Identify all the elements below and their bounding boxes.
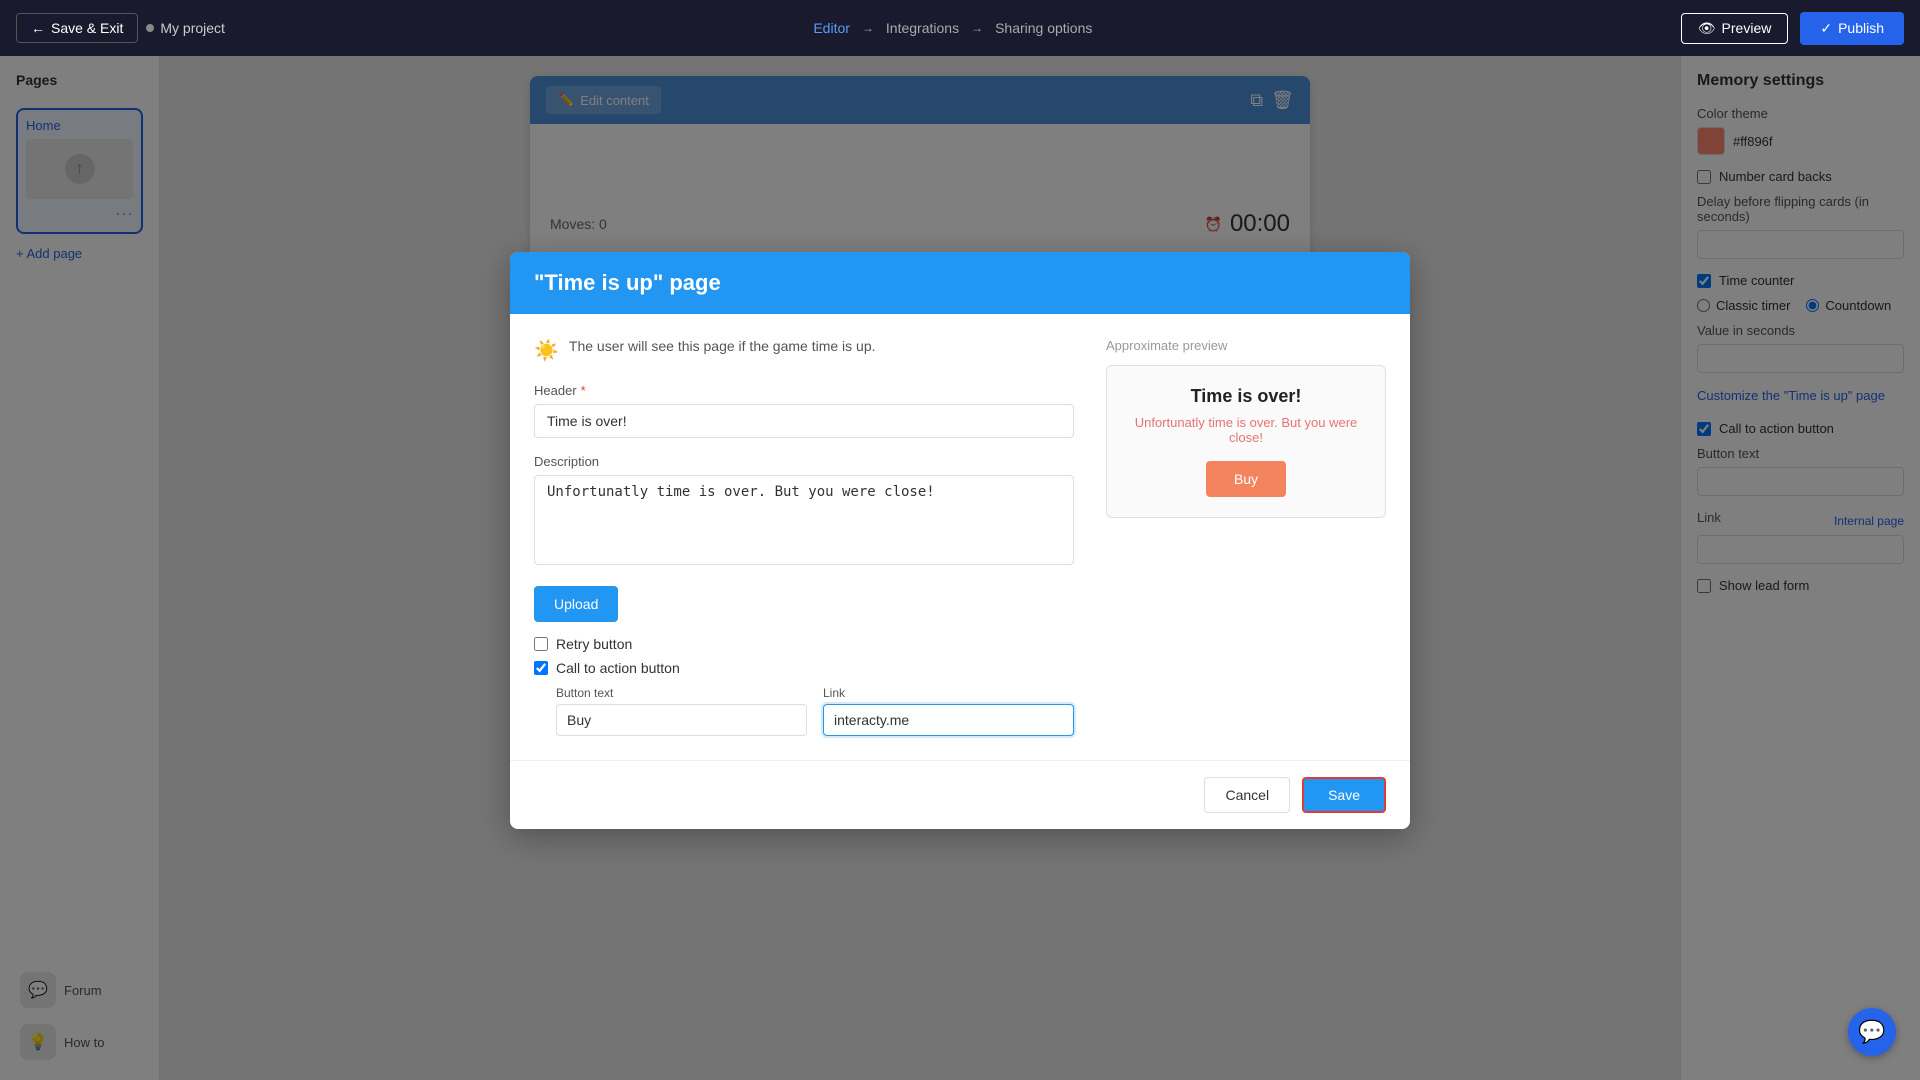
sub-form: Button text Link (556, 686, 1074, 736)
retry-checkbox[interactable] (534, 637, 548, 651)
modal-title: "Time is up" page (534, 270, 1386, 296)
preview-cta-button[interactable]: Buy (1206, 461, 1286, 497)
modal-overlay: "Time is up" page ☀️ The user will see t… (0, 0, 1920, 1080)
header-input[interactable] (534, 404, 1074, 438)
modal-cta-label: Call to action button (556, 660, 680, 676)
nav-right: 👁 Preview ✓ Publish (1681, 12, 1904, 45)
preview-desc: Unfortunatly time is over. But you were … (1127, 415, 1365, 445)
chat-bubble[interactable]: 💬 (1848, 1008, 1896, 1056)
save-exit-button[interactable]: ← Save & Exit (16, 13, 138, 43)
retry-label: Retry button (556, 636, 632, 652)
info-icon: ☀️ (534, 338, 559, 363)
modal-cta-checkbox[interactable] (534, 661, 548, 675)
arrow-icon-1: → (862, 21, 874, 35)
cta-checkbox-item: Call to action button (534, 660, 1074, 676)
link-sub-input[interactable] (823, 704, 1074, 736)
upload-button[interactable]: Upload (534, 586, 618, 622)
preview-button[interactable]: 👁 Preview (1681, 13, 1789, 44)
button-text-sub-input[interactable] (556, 704, 807, 736)
modal-header: "Time is up" page (510, 252, 1410, 314)
cancel-button[interactable]: Cancel (1204, 777, 1290, 813)
nav-step-sharing[interactable]: Sharing options (995, 20, 1092, 36)
preview-card: Time is over! Unfortunatly time is over.… (1106, 365, 1386, 518)
nav-step-integrations[interactable]: Integrations (886, 20, 959, 36)
time-is-up-modal: "Time is up" page ☀️ The user will see t… (510, 252, 1410, 829)
description-textarea[interactable]: Unfortunatly time is over. But you were … (534, 475, 1074, 565)
header-group: Header * (534, 383, 1074, 438)
modal-left: ☀️ The user will see this page if the ga… (534, 338, 1074, 736)
modal-body: ☀️ The user will see this page if the ga… (510, 314, 1410, 760)
arrow-icon-2: → (971, 21, 983, 35)
eye-icon: 👁 (1698, 20, 1716, 37)
nav-step-editor[interactable]: Editor (813, 20, 850, 36)
project-name: My project (146, 20, 225, 36)
link-sub-label: Link (823, 686, 1074, 700)
top-navigation: ← Save & Exit My project Editor → Integr… (0, 0, 1920, 56)
info-row: ☀️ The user will see this page if the ga… (534, 338, 1074, 363)
nav-left: ← Save & Exit My project (16, 13, 225, 43)
back-arrow-icon: ← (31, 20, 45, 36)
button-text-group: Button text (556, 686, 807, 736)
nav-center: Editor → Integrations → Sharing options (241, 20, 1665, 36)
preview-title: Time is over! (1127, 386, 1365, 407)
check-icon: ✓ (1820, 20, 1832, 37)
description-group: Description Unfortunatly time is over. B… (534, 454, 1074, 570)
retry-checkbox-item: Retry button (534, 636, 1074, 652)
save-button[interactable]: Save (1302, 777, 1386, 813)
modal-footer: Cancel Save (510, 760, 1410, 829)
description-label: Description (534, 454, 1074, 469)
link-group: Link (823, 686, 1074, 736)
modal-right: Approximate preview Time is over! Unfort… (1106, 338, 1386, 736)
preview-label: Approximate preview (1106, 338, 1386, 353)
project-dot (146, 24, 154, 32)
info-text: The user will see this page if the game … (569, 338, 876, 354)
button-text-sub-label: Button text (556, 686, 807, 700)
header-label: Header * (534, 383, 1074, 398)
chat-icon: 💬 (1858, 1019, 1885, 1045)
required-mark: * (581, 383, 586, 398)
publish-button[interactable]: ✓ Publish (1800, 12, 1904, 45)
